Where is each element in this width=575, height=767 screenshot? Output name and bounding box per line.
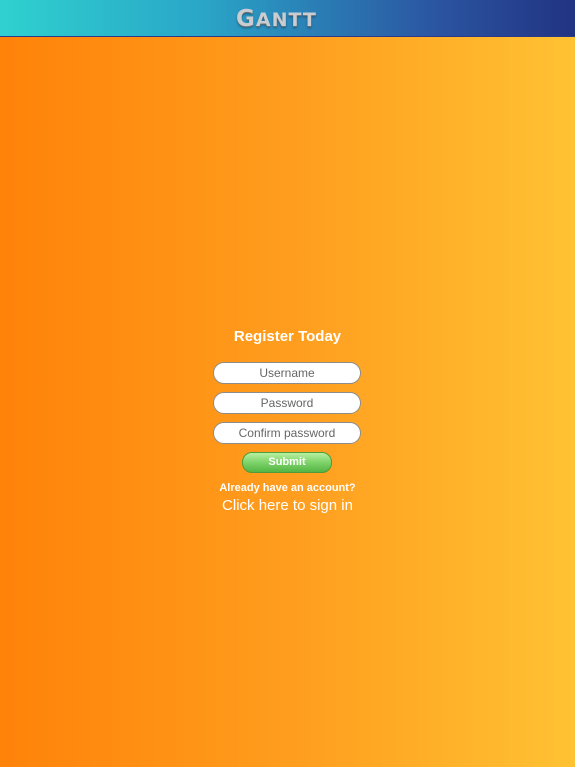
top-header-bar: GANTT — [0, 0, 575, 37]
logo-letters-rest: ANTT — [255, 9, 317, 31]
username-input[interactable] — [213, 362, 361, 384]
password-input[interactable] — [213, 392, 361, 414]
logo-text: GANTT — [236, 6, 317, 32]
register-title: Register Today — [233, 328, 342, 345]
logo-letter-g: G — [236, 6, 256, 32]
confirm-password-input[interactable] — [213, 422, 361, 444]
sign-in-link[interactable]: Click here to sign in — [0, 497, 575, 514]
submit-button[interactable]: Submit — [242, 452, 332, 473]
gantt-logo[interactable]: GANTT — [236, 6, 317, 32]
already-have-account-text: Already have an account? — [219, 482, 356, 494]
